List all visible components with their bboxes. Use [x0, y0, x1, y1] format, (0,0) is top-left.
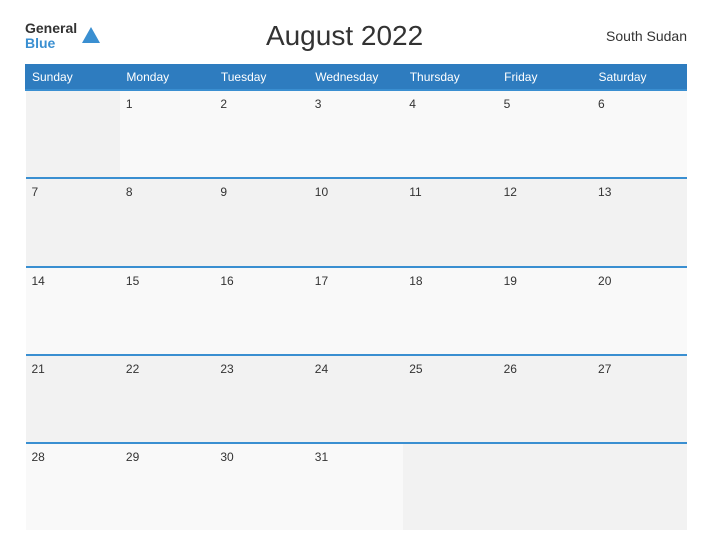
- day-number: 21: [32, 362, 45, 376]
- day-cell: 8: [120, 178, 214, 266]
- day-cell: 9: [214, 178, 308, 266]
- day-number: 31: [315, 450, 328, 464]
- logo-blue-text: Blue: [25, 35, 77, 51]
- day-cell: 18: [403, 267, 497, 355]
- day-number: 10: [315, 185, 328, 199]
- logo: General Blue: [25, 21, 102, 51]
- day-number: 4: [409, 97, 416, 111]
- day-cell: [403, 443, 497, 530]
- day-cell: 6: [592, 90, 686, 178]
- day-header-saturday: Saturday: [592, 65, 686, 91]
- day-number: 3: [315, 97, 322, 111]
- month-title: August 2022: [102, 20, 587, 52]
- day-cell: 1: [120, 90, 214, 178]
- day-header-monday: Monday: [120, 65, 214, 91]
- day-cell: 16: [214, 267, 308, 355]
- week-row-4: 28 29 30 31: [26, 443, 687, 530]
- day-cell: [592, 443, 686, 530]
- day-number: 15: [126, 274, 139, 288]
- week-row-3: 21 22 23 24 25 26 27: [26, 355, 687, 443]
- day-number: 20: [598, 274, 611, 288]
- day-cell: 14: [26, 267, 120, 355]
- day-number: 30: [220, 450, 233, 464]
- day-header-wednesday: Wednesday: [309, 65, 403, 91]
- day-cell: 20: [592, 267, 686, 355]
- logo-general-text: General: [25, 21, 77, 35]
- day-number: 16: [220, 274, 233, 288]
- day-cell: 12: [498, 178, 592, 266]
- day-number: 1: [126, 97, 133, 111]
- day-header-friday: Friday: [498, 65, 592, 91]
- day-cell: [26, 90, 120, 178]
- day-cell: 4: [403, 90, 497, 178]
- week-row-2: 14 15 16 17 18 19 20: [26, 267, 687, 355]
- day-header-sunday: Sunday: [26, 65, 120, 91]
- day-cell: 5: [498, 90, 592, 178]
- day-cell: 17: [309, 267, 403, 355]
- day-number: 8: [126, 185, 133, 199]
- day-number: 7: [32, 185, 39, 199]
- week-row-1: 7 8 9 10 11 12 13: [26, 178, 687, 266]
- day-cell: 10: [309, 178, 403, 266]
- day-number: 23: [220, 362, 233, 376]
- day-cell: 7: [26, 178, 120, 266]
- day-number: 19: [504, 274, 517, 288]
- day-header-thursday: Thursday: [403, 65, 497, 91]
- logo-icon: [80, 25, 102, 47]
- calendar-table: SundayMondayTuesdayWednesdayThursdayFrid…: [25, 64, 687, 530]
- day-number: 13: [598, 185, 611, 199]
- day-number: 22: [126, 362, 139, 376]
- day-number: 28: [32, 450, 45, 464]
- day-cell: 30: [214, 443, 308, 530]
- day-number: 17: [315, 274, 328, 288]
- day-cell: 21: [26, 355, 120, 443]
- day-number: 9: [220, 185, 227, 199]
- week-row-0: 1 2 3 4 5 6: [26, 90, 687, 178]
- day-number: 12: [504, 185, 517, 199]
- day-number: 24: [315, 362, 328, 376]
- day-number: 5: [504, 97, 511, 111]
- day-cell: 31: [309, 443, 403, 530]
- day-number: 2: [220, 97, 227, 111]
- day-cell: 19: [498, 267, 592, 355]
- day-cell: 28: [26, 443, 120, 530]
- day-number: 18: [409, 274, 422, 288]
- day-cell: 2: [214, 90, 308, 178]
- day-number: 27: [598, 362, 611, 376]
- day-cell: [498, 443, 592, 530]
- day-number: 29: [126, 450, 139, 464]
- day-header-tuesday: Tuesday: [214, 65, 308, 91]
- day-cell: 3: [309, 90, 403, 178]
- day-cell: 22: [120, 355, 214, 443]
- day-cell: 24: [309, 355, 403, 443]
- calendar-header: General Blue August 2022 South Sudan: [25, 20, 687, 52]
- calendar-header-row: SundayMondayTuesdayWednesdayThursdayFrid…: [26, 65, 687, 91]
- day-number: 14: [32, 274, 45, 288]
- day-cell: 25: [403, 355, 497, 443]
- day-number: 26: [504, 362, 517, 376]
- country-name: South Sudan: [587, 28, 687, 44]
- day-cell: 26: [498, 355, 592, 443]
- day-cell: 27: [592, 355, 686, 443]
- day-cell: 11: [403, 178, 497, 266]
- day-number: 25: [409, 362, 422, 376]
- day-cell: 15: [120, 267, 214, 355]
- day-number: 6: [598, 97, 605, 111]
- day-cell: 29: [120, 443, 214, 530]
- day-number: 11: [409, 185, 421, 199]
- day-cell: 23: [214, 355, 308, 443]
- day-cell: 13: [592, 178, 686, 266]
